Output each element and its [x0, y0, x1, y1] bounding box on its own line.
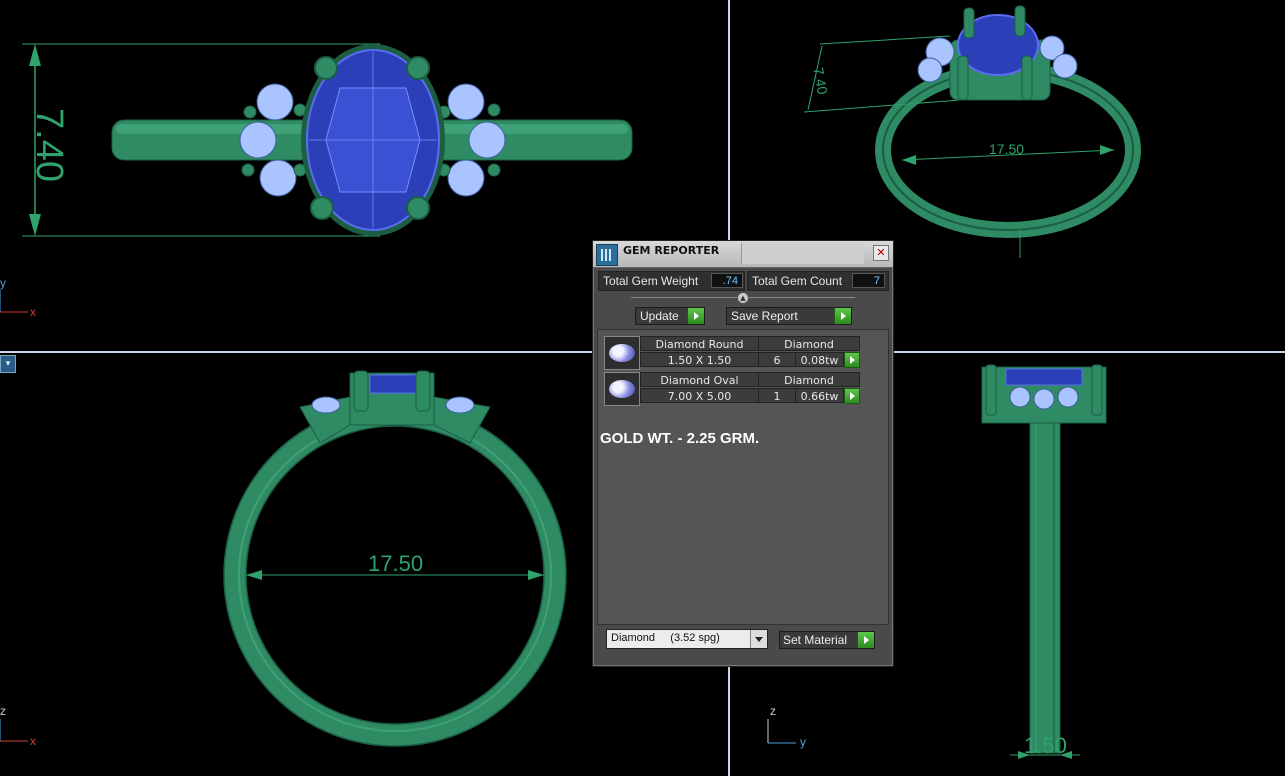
gem-material: Diamond: [758, 372, 860, 387]
total-gem-count-value: 7: [852, 273, 885, 288]
gem-row[interactable]: Diamond Oval Diamond 7.00 X 5.00 1 0.66t…: [604, 372, 860, 406]
gem-material: Diamond: [758, 336, 860, 351]
total-gem-weight: Total Gem Weight .74: [598, 271, 745, 291]
chevron-down-icon[interactable]: [750, 630, 767, 648]
gem-size: 1.50 X 1.50: [640, 352, 759, 367]
gem-row[interactable]: Diamond Round Diamond 1.50 X 1.50 6 0.08…: [604, 336, 860, 370]
update-button-label: Update: [640, 309, 679, 323]
collapse-icon[interactable]: ▲: [737, 292, 749, 304]
dimension-thickness-label: 1.50: [1024, 733, 1067, 758]
dimension-width-label: 17.50: [368, 551, 424, 576]
viewport-menu-button[interactable]: ▾: [0, 355, 16, 373]
play-arrow-icon: [857, 632, 874, 648]
total-gem-count: Total Gem Count 7: [747, 271, 889, 291]
axis-y-label: y: [800, 735, 806, 749]
total-gem-count-label: Total Gem Count: [752, 274, 843, 288]
round-diamond-icon: [604, 336, 640, 370]
play-arrow-icon[interactable]: [844, 388, 860, 404]
material-select-value: Diamond (3.52 spg): [611, 632, 720, 644]
gem-reporter-icon: [596, 244, 618, 266]
gem-count: 1: [758, 388, 796, 403]
axis-x-label: x: [30, 734, 36, 748]
axis-z-label: z: [770, 704, 776, 718]
panel-titlebar[interactable]: GEM REPORTER ✕: [593, 241, 893, 268]
close-icon[interactable]: ✕: [873, 245, 889, 261]
gem-list: Diamond Round Diamond 1.50 X 1.50 6 0.08…: [597, 329, 889, 625]
gem-reporter-panel: GEM REPORTER ✕ Total Gem Weight .74 Tota…: [592, 240, 894, 667]
axis-y-label: y: [0, 276, 6, 290]
update-button[interactable]: Update: [635, 307, 705, 325]
oval-diamond-icon: [604, 372, 640, 406]
material-select[interactable]: Diamond (3.52 spg): [606, 629, 768, 649]
dimension-height-label: 7.40: [28, 108, 70, 182]
total-gem-weight-label: Total Gem Weight: [603, 274, 699, 288]
play-arrow-icon[interactable]: [844, 352, 860, 368]
save-report-button[interactable]: Save Report: [726, 307, 852, 325]
axis-z-label: z: [0, 704, 6, 718]
title-bar-fill: [741, 243, 864, 264]
gem-shape: Diamond Oval: [640, 372, 759, 387]
set-material-button[interactable]: Set Material: [779, 631, 875, 649]
dimension-width-label: 17.50: [989, 141, 1025, 157]
gem-weight: 0.08tw: [795, 352, 844, 367]
panel-title: GEM REPORTER: [623, 244, 720, 257]
total-gem-weight-value: .74: [711, 273, 743, 288]
set-material-button-label: Set Material: [783, 633, 848, 647]
gem-size: 7.00 X 5.00: [640, 388, 759, 403]
save-report-button-label: Save Report: [731, 309, 798, 323]
gold-weight-note: GOLD WT. - 2.25 GRM.: [600, 430, 760, 447]
play-arrow-icon: [687, 308, 704, 324]
play-arrow-icon: [834, 308, 851, 324]
axis-x-label: x: [30, 305, 36, 319]
gem-weight: 0.66tw: [795, 388, 844, 403]
gem-count: 6: [758, 352, 796, 367]
gem-shape: Diamond Round: [640, 336, 759, 351]
